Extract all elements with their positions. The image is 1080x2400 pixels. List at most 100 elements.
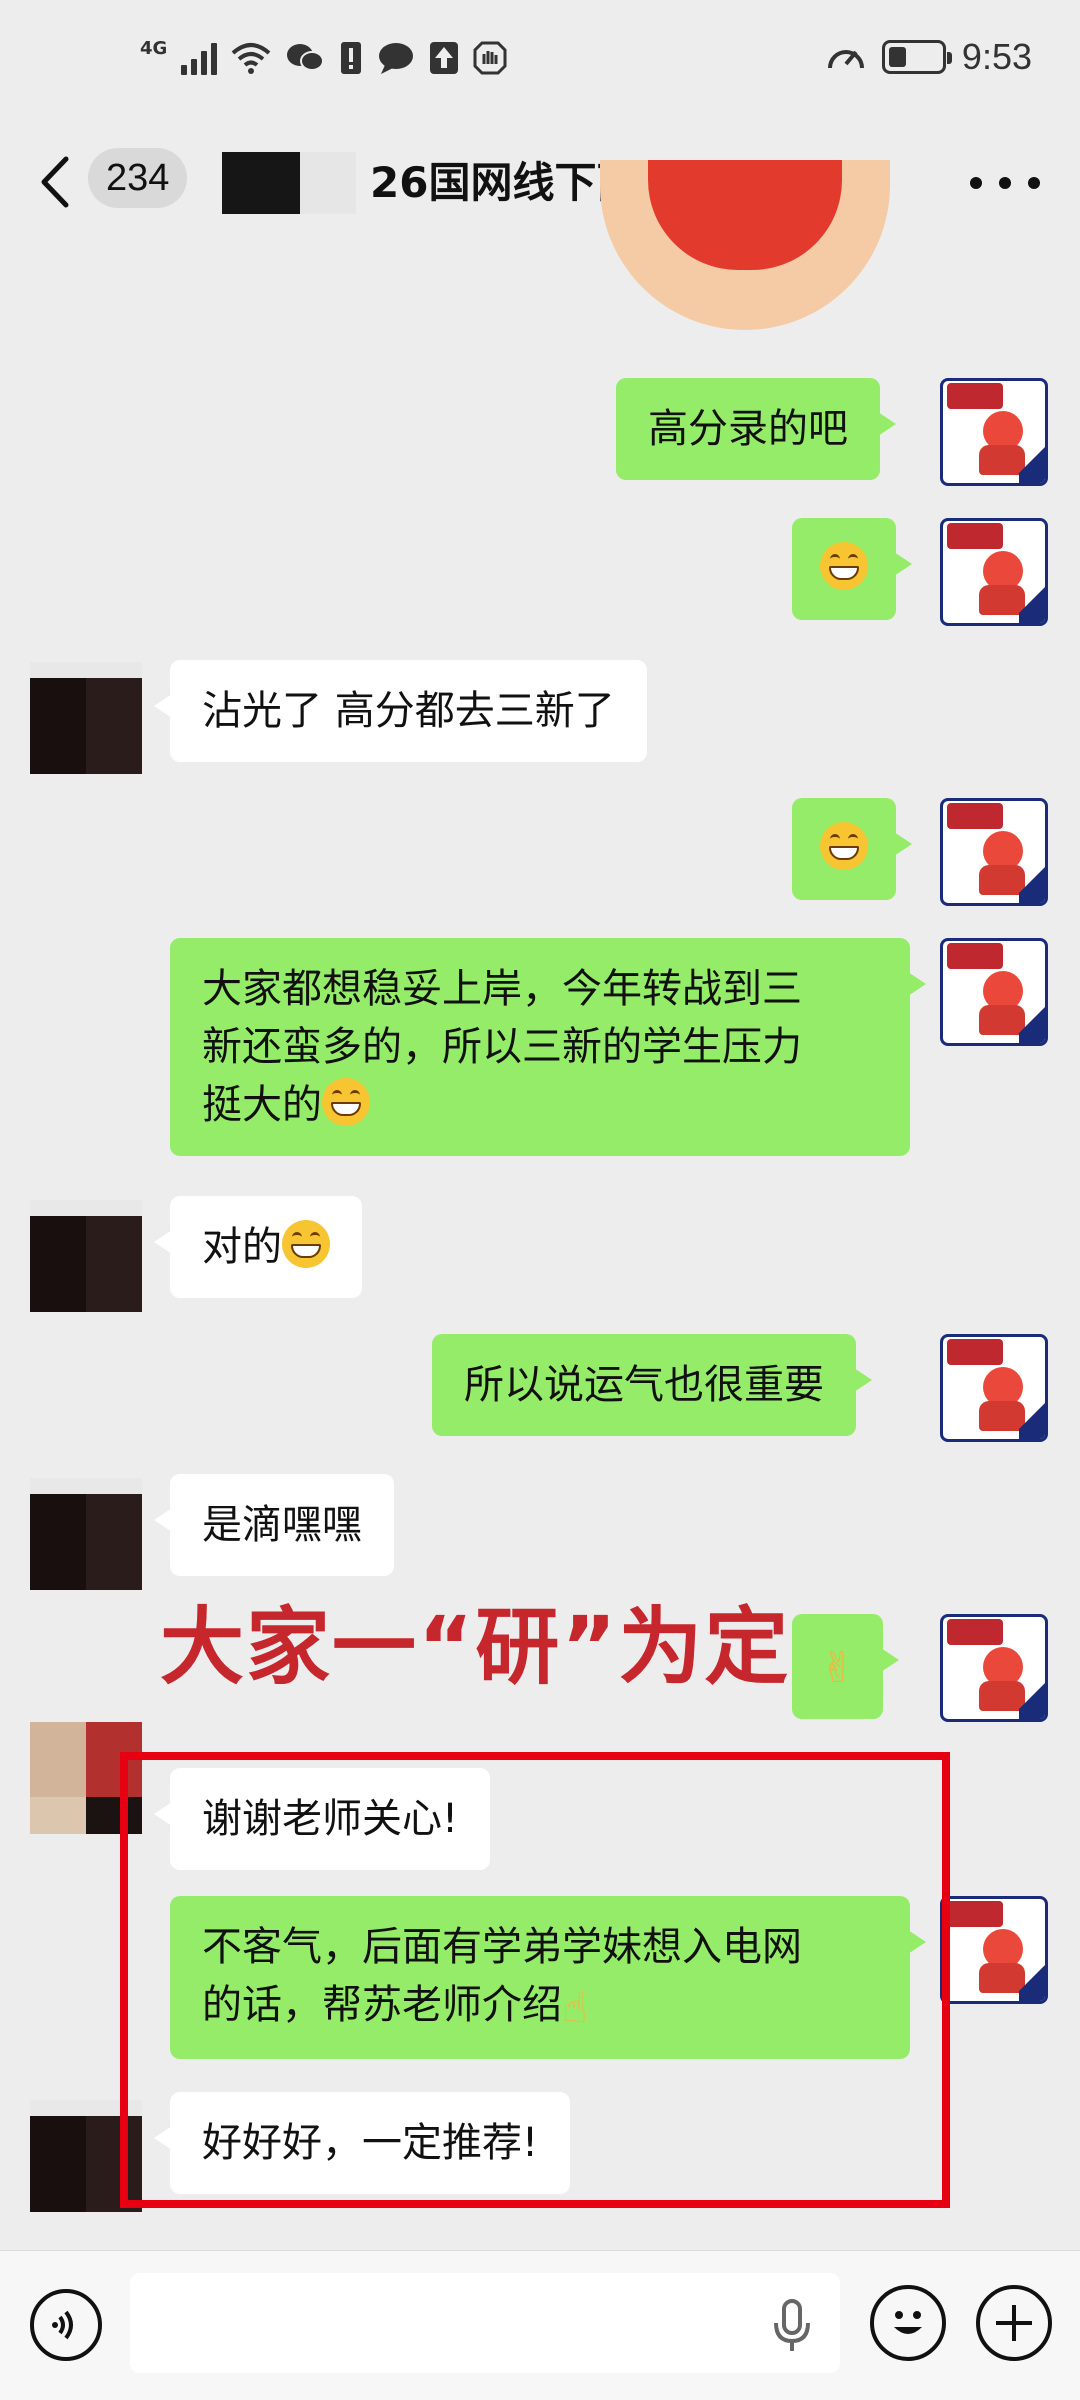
network-type-label: 4G: [140, 37, 168, 59]
my-avatar[interactable]: [940, 938, 1048, 1046]
message-text: 所以说运气也很重要: [464, 1362, 824, 1408]
avatar-mosaic: [30, 1478, 142, 1590]
avatar-corner: [1019, 863, 1045, 903]
message-input[interactable]: [130, 2273, 840, 2373]
status-icons-left: 4G: [140, 37, 507, 76]
sim-alert-icon: [339, 40, 363, 76]
emoji-mouth: [291, 1244, 321, 1258]
sticker-image[interactable]: [600, 160, 890, 330]
emoji-eye: [310, 1232, 320, 1239]
chat-header: 234 26国网线下面试协议班: [0, 130, 1080, 240]
message-bubble-sent[interactable]: 所以说运气也很重要: [432, 1334, 872, 1436]
contact-avatar[interactable]: [30, 1200, 142, 1312]
status-bar: 4G 9:53: [0, 0, 1080, 130]
plus-button[interactable]: [976, 2285, 1052, 2361]
emoji-mouth: [829, 566, 859, 580]
voice-icon: [52, 2310, 73, 2340]
emoji-eye: [848, 554, 858, 561]
battery-icon: [881, 40, 952, 74]
emoji-eye: [332, 1090, 342, 1097]
voice-input-button[interactable]: [30, 2289, 102, 2361]
back-button[interactable]: [38, 152, 78, 212]
more-dot-icon: [970, 177, 982, 189]
avatar-corner: [1019, 1961, 1045, 2001]
grin-emoji-icon: [282, 1220, 330, 1268]
mic-icon[interactable]: [772, 2299, 812, 2353]
avatar-badge: [947, 383, 1003, 409]
plus-icon: [996, 2305, 1032, 2341]
avatar-mosaic: [30, 1200, 142, 1312]
emoji-eye: [848, 834, 858, 841]
sticker-mouth: [648, 160, 842, 270]
message-bubble-sent[interactable]: [792, 518, 912, 620]
message-text: 沾光了 高分都去三新了: [202, 688, 615, 734]
message-bubble-received[interactable]: 对的: [154, 1196, 362, 1298]
my-avatar[interactable]: [940, 798, 1048, 906]
emoji-mouth: [829, 846, 859, 860]
shield-icon: [473, 41, 507, 75]
emoji-icon: [894, 2311, 922, 2334]
more-dot-icon: [1028, 177, 1040, 189]
avatar-badge: [947, 523, 1003, 549]
message-bubble-sent[interactable]: [792, 798, 912, 900]
message-text: 高分录的吧: [648, 406, 848, 452]
unread-count-badge[interactable]: 234: [88, 148, 188, 208]
avatar-badge: [947, 1619, 1003, 1645]
message-bubble-sent[interactable]: 大家都想稳妥上岸，今年转战到三 新还蛮多的，所以三新的学生压力 挺大的: [170, 938, 926, 1156]
my-avatar[interactable]: [940, 1614, 1048, 1722]
avatar-badge: [947, 943, 1003, 969]
message-icon: [377, 41, 415, 75]
upload-icon: [429, 41, 459, 75]
chevron-left-icon: [41, 156, 69, 208]
signal-icon: [181, 41, 218, 75]
status-icons-right: 9:53: [826, 36, 1032, 78]
message-text-line: 新还蛮多的，所以三新的学生压力: [202, 1024, 802, 1070]
avatar-mosaic: [30, 662, 142, 774]
message-bubble-received[interactable]: 沾光了 高分都去三新了: [154, 660, 647, 762]
grin-emoji-icon: [820, 822, 868, 870]
message-text: 是滴嘿嘿: [202, 1502, 362, 1548]
message-text-line: 大家都想稳妥上岸，今年转战到三: [202, 966, 802, 1012]
my-avatar[interactable]: [940, 378, 1048, 486]
my-avatar[interactable]: [940, 1334, 1048, 1442]
message-text-line: 挺大的: [202, 1082, 322, 1128]
emoji-eye: [830, 834, 840, 841]
redacted-block: [222, 152, 300, 214]
emoji-eye: [350, 1090, 360, 1097]
my-avatar[interactable]: [940, 518, 1048, 626]
avatar-corner: [1019, 443, 1045, 483]
avatar-corner: [1019, 1003, 1045, 1043]
redacted-block-light: [300, 152, 356, 214]
overlay-slogan: 大家一“研”为定: [160, 1598, 791, 1696]
message-bubble-received[interactable]: 是滴嘿嘿: [154, 1474, 394, 1576]
more-dot-icon: [999, 177, 1011, 189]
message-bubble-sent[interactable]: ✌: [792, 1614, 900, 1719]
clock: 9:53: [961, 36, 1032, 77]
battery-level-fill: [888, 47, 907, 67]
wifi-icon: [231, 41, 271, 75]
avatar-badge: [947, 1901, 1003, 1927]
wechat-icon: [285, 41, 325, 75]
grin-emoji-icon: [820, 542, 868, 590]
speedometer-icon: [826, 40, 866, 74]
avatar-corner: [1019, 1399, 1045, 1439]
avatar-badge: [947, 1339, 1003, 1365]
chat-area[interactable]: 高分录的吧 沾光了 高分都去三新了 大家都想稳妥上岸，今年转战到三 新还蛮多的，…: [0, 160, 1080, 2240]
emoji-eye: [292, 1232, 302, 1239]
avatar-badge: [947, 803, 1003, 829]
more-options-button[interactable]: [970, 158, 1040, 208]
grin-emoji-icon: [322, 1078, 370, 1126]
message-bubble-sent[interactable]: 高分录的吧: [616, 378, 896, 480]
message-text: 对的: [202, 1224, 282, 1270]
emoji-button[interactable]: [870, 2285, 946, 2361]
avatar-corner: [1019, 583, 1045, 623]
input-bar: [0, 2250, 1080, 2400]
my-avatar[interactable]: [940, 1896, 1048, 2004]
contact-avatar[interactable]: [30, 662, 142, 774]
contact-avatar[interactable]: [30, 1478, 142, 1590]
avatar-corner: [1019, 1679, 1045, 1719]
victory-hand-emoji-icon: ✌: [820, 1643, 856, 1692]
highlight-box: [120, 1752, 950, 2208]
emoji-eye: [830, 554, 840, 561]
emoji-mouth: [331, 1102, 361, 1116]
